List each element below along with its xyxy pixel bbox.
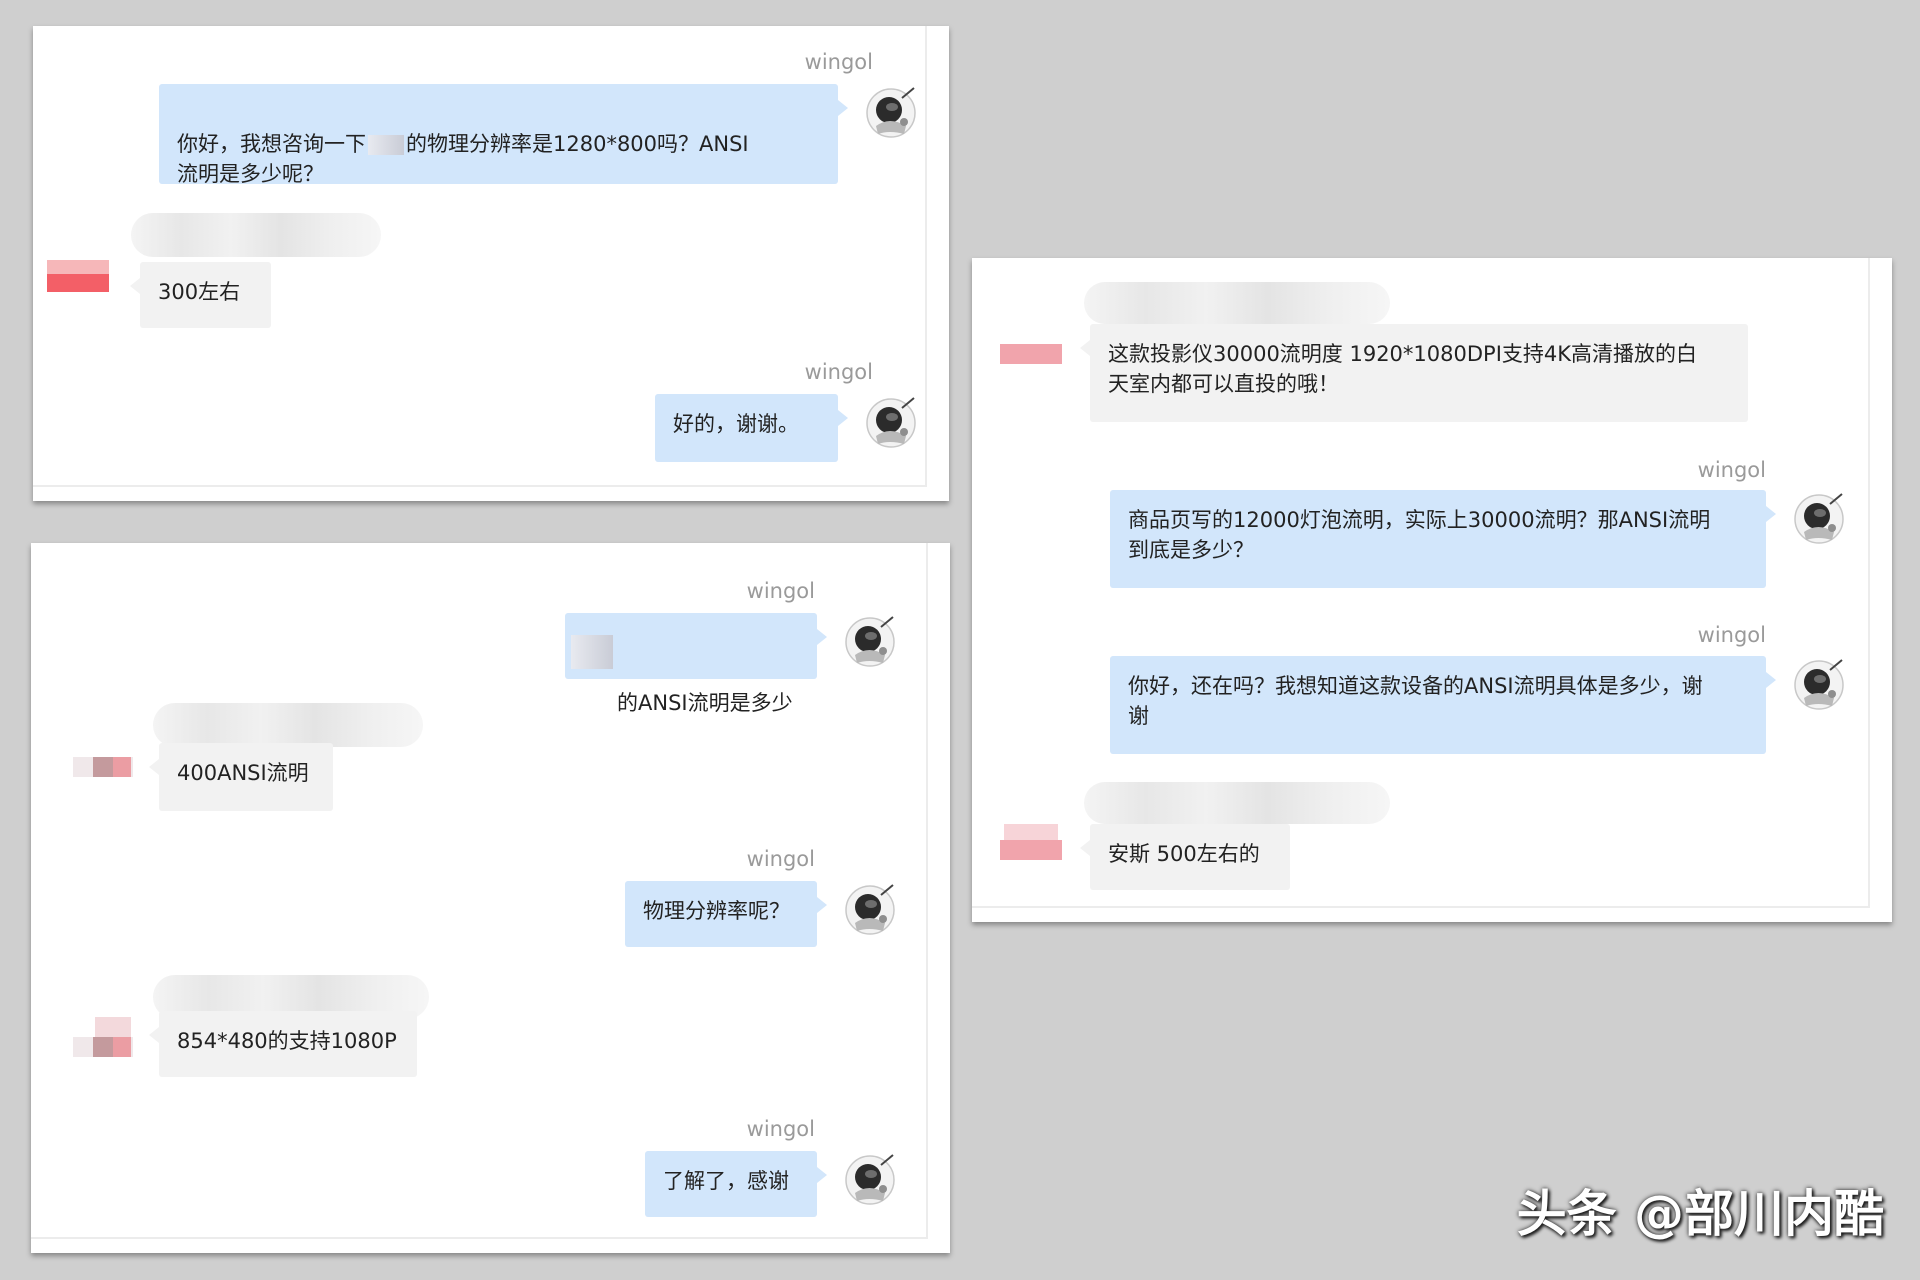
- redacted-seller-name: [131, 213, 381, 257]
- chat-panel-right: 这款投影仪30000流明度 1920*1080DPI支持4K高清播放的白 天室内…: [972, 258, 1892, 922]
- message-text: 你好，我想咨询一下: [177, 132, 366, 156]
- astronaut-avatar-icon[interactable]: [843, 615, 897, 669]
- sender-name: wingol: [1697, 458, 1766, 482]
- sender-name: wingol: [804, 360, 873, 384]
- message-bubble-incoming[interactable]: 854*480的支持1080P: [149, 1011, 417, 1077]
- blurred-avatar[interactable]: [1000, 342, 1062, 368]
- sender-name: wingol: [746, 579, 815, 603]
- blurred-avatar[interactable]: [1000, 824, 1062, 864]
- sender-name: wingol: [804, 50, 873, 74]
- message-bubble-incoming[interactable]: 400ANSI流明: [149, 743, 333, 811]
- message-bubble-outgoing[interactable]: 好的，谢谢。: [655, 394, 848, 462]
- watermark: 头条 @部川内酷: [1516, 1185, 1884, 1243]
- redacted-seller-name: [1084, 782, 1390, 824]
- redacted-seller-name: [153, 703, 423, 747]
- astronaut-avatar-icon[interactable]: [1792, 658, 1846, 712]
- redacted-product-name: [368, 135, 404, 155]
- message-bubble-incoming[interactable]: 这款投影仪30000流明度 1920*1080DPI支持4K高清播放的白 天室内…: [1080, 324, 1748, 422]
- sender-name: wingol: [746, 847, 815, 871]
- message-bubble-incoming[interactable]: 300左右: [130, 262, 271, 328]
- sender-name: wingol: [1697, 623, 1766, 647]
- blurred-avatar[interactable]: [73, 1015, 133, 1059]
- message-bubble-outgoing[interactable]: 物理分辨率呢？: [625, 881, 827, 947]
- message-text: 的ANSI流明是多少: [617, 691, 793, 715]
- message-bubble-outgoing[interactable]: 商品页写的12000灯泡流明，实际上30000流明？那ANSI流明 到底是多少？: [1110, 490, 1776, 588]
- message-bubble-outgoing[interactable]: 你好，还在吗？我想知道这款设备的ANSI流明具体是多少，谢 谢: [1110, 656, 1776, 754]
- astronaut-avatar-icon[interactable]: [843, 883, 897, 937]
- message-bubble-outgoing[interactable]: 了解了，感谢: [645, 1151, 827, 1217]
- message-bubble-outgoing[interactable]: 的ANSI流明是多少: [565, 613, 827, 715]
- message-bubble-outgoing[interactable]: 你好，我想咨询一下 的物理分辨率是1280*800吗？ANSI 流明是多少呢？: [159, 84, 848, 186]
- chat-panel-bottom-left: wingol 的ANSI流明是多少 400ANSI流明 wingol 物理分辨率…: [31, 543, 950, 1253]
- redacted-seller-name: [1084, 282, 1390, 324]
- astronaut-avatar-icon[interactable]: [864, 86, 918, 140]
- sender-name: wingol: [746, 1117, 815, 1141]
- blurred-avatar[interactable]: [73, 753, 133, 783]
- chat-panel-top-left: wingol 你好，我想咨询一下 的物理分辨率是1280*800吗？ANSI 流明…: [33, 26, 949, 501]
- message-bubble-incoming[interactable]: 安斯 500左右的: [1080, 824, 1290, 890]
- redacted-product-name: [571, 635, 613, 669]
- blurred-avatar[interactable]: [45, 252, 111, 294]
- astronaut-avatar-icon[interactable]: [843, 1153, 897, 1207]
- astronaut-avatar-icon[interactable]: [864, 396, 918, 450]
- astronaut-avatar-icon[interactable]: [1792, 492, 1846, 546]
